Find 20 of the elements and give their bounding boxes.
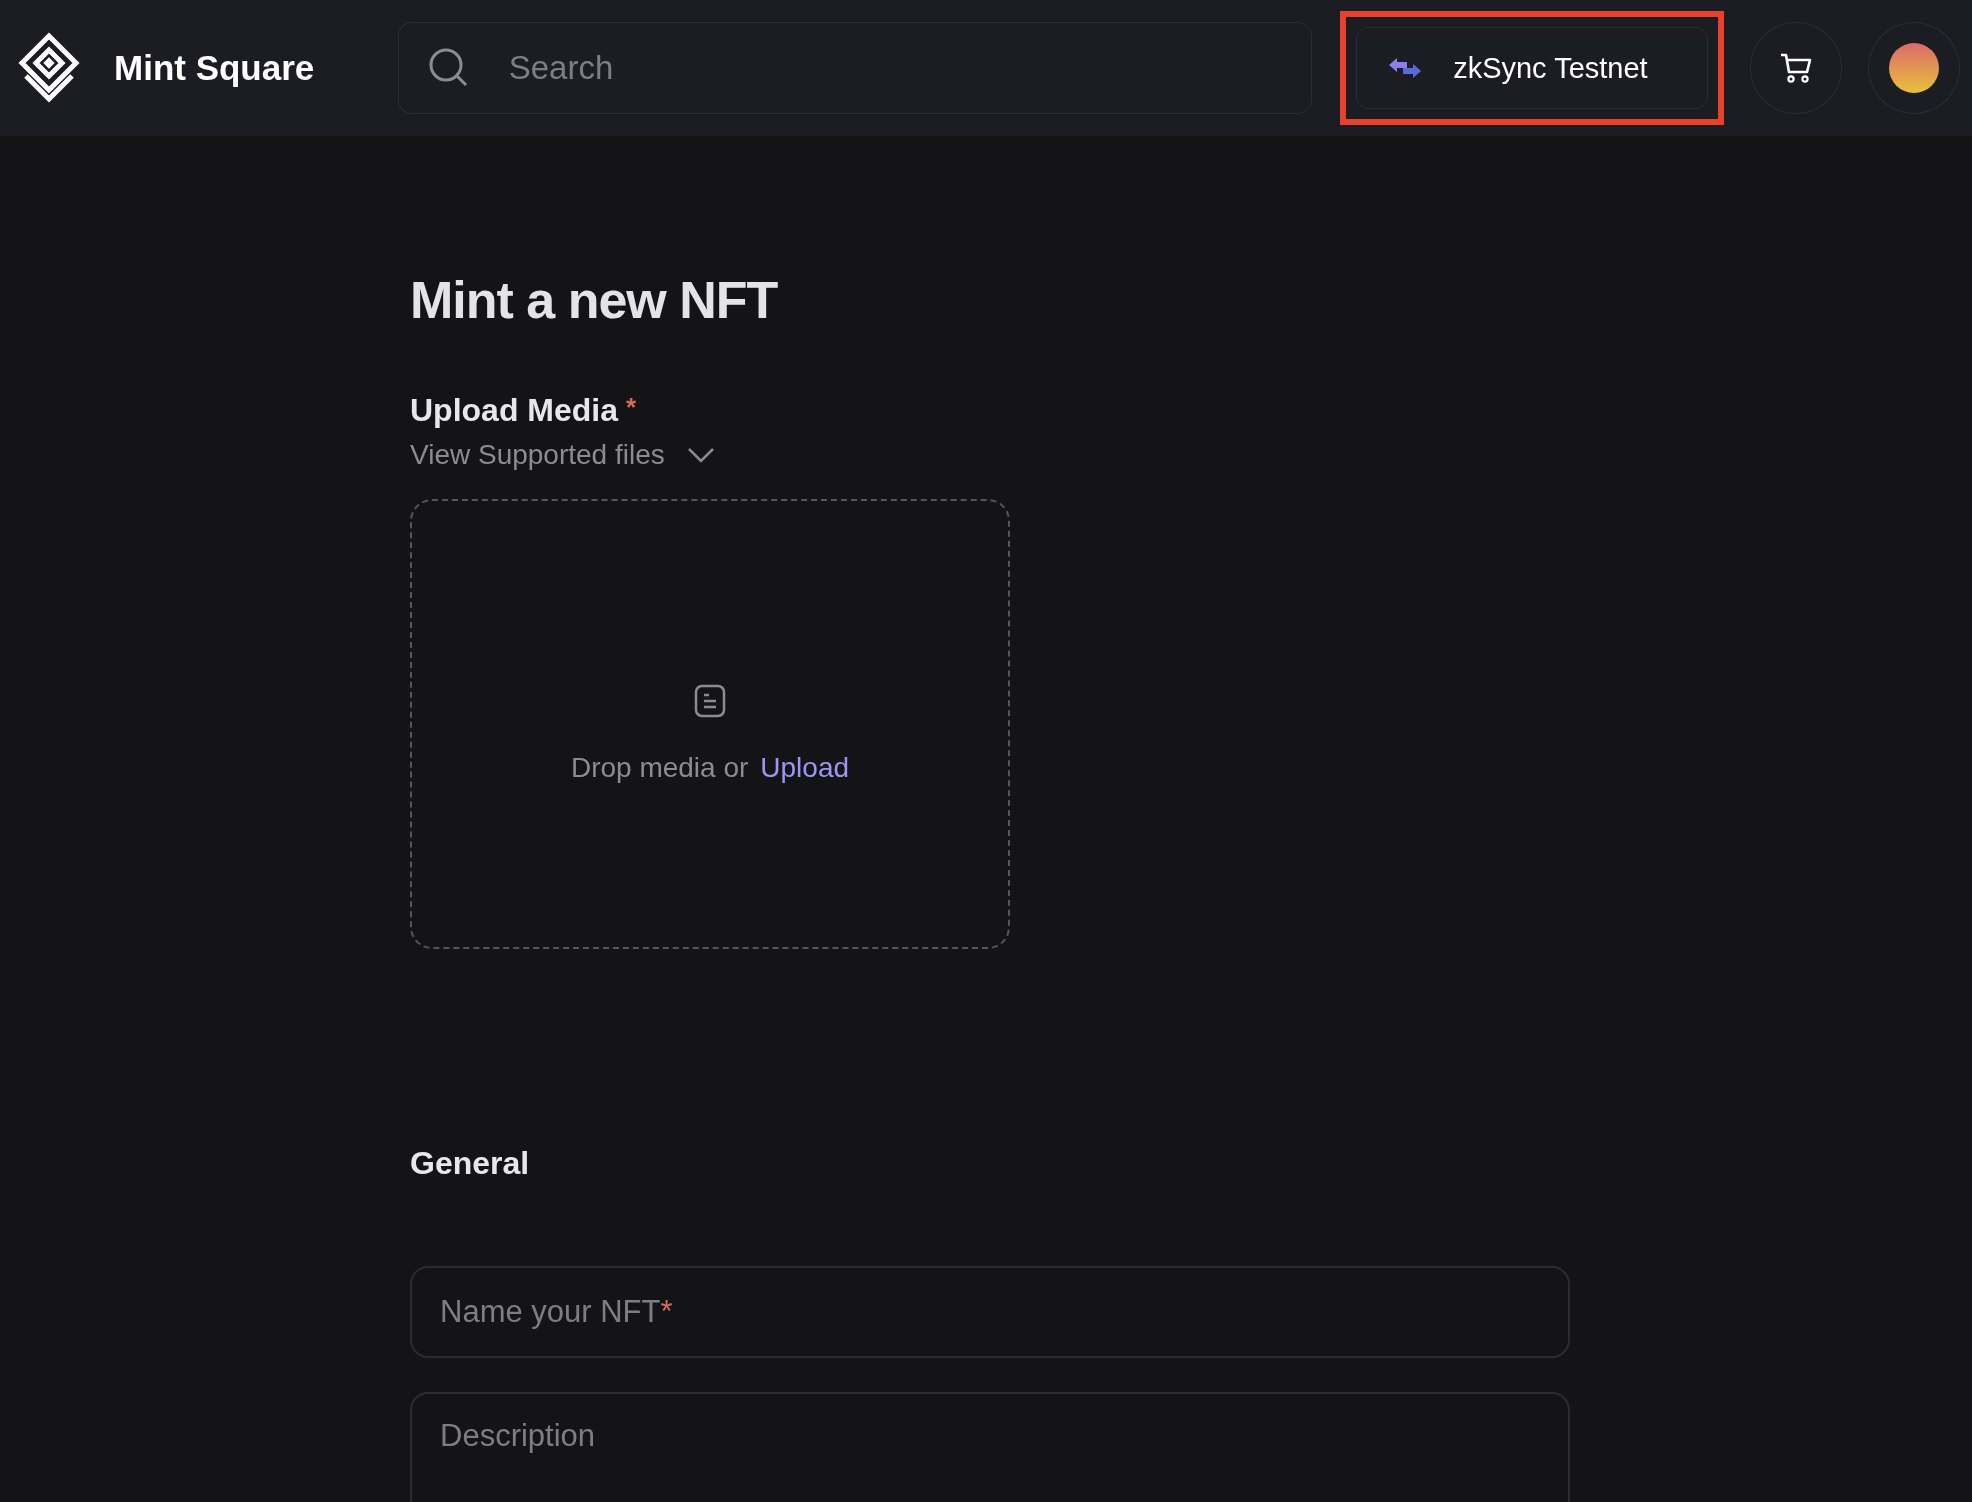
network-button[interactable]: zkSync Testnet <box>1356 27 1709 109</box>
drop-text: Drop media or <box>570 752 749 784</box>
page-title: Mint a new NFT <box>410 270 779 330</box>
brand-name[interactable]: Mint Square <box>114 48 315 88</box>
logo-icon[interactable] <box>18 32 80 104</box>
name-field[interactable]: Name your NFT* <box>410 1266 1570 1358</box>
required-mark: * <box>626 392 637 423</box>
search-bar[interactable]: Search <box>397 22 1313 114</box>
document-icon <box>694 684 726 718</box>
drop-zone[interactable]: Drop media or Upload <box>410 499 1010 949</box>
upload-link[interactable]: Upload <box>760 752 850 784</box>
chevron-down-icon <box>686 447 715 463</box>
section-heading: General <box>410 1145 531 1182</box>
description-field[interactable]: Description <box>410 1392 1570 1502</box>
cart-icon <box>1779 52 1814 84</box>
supported-files-toggle[interactable]: View Supported files <box>410 439 715 471</box>
search-icon <box>428 48 469 88</box>
section-label: Upload Media <box>410 392 618 429</box>
search-field[interactable]: Search <box>506 48 1282 88</box>
avatar-icon <box>1889 43 1940 93</box>
